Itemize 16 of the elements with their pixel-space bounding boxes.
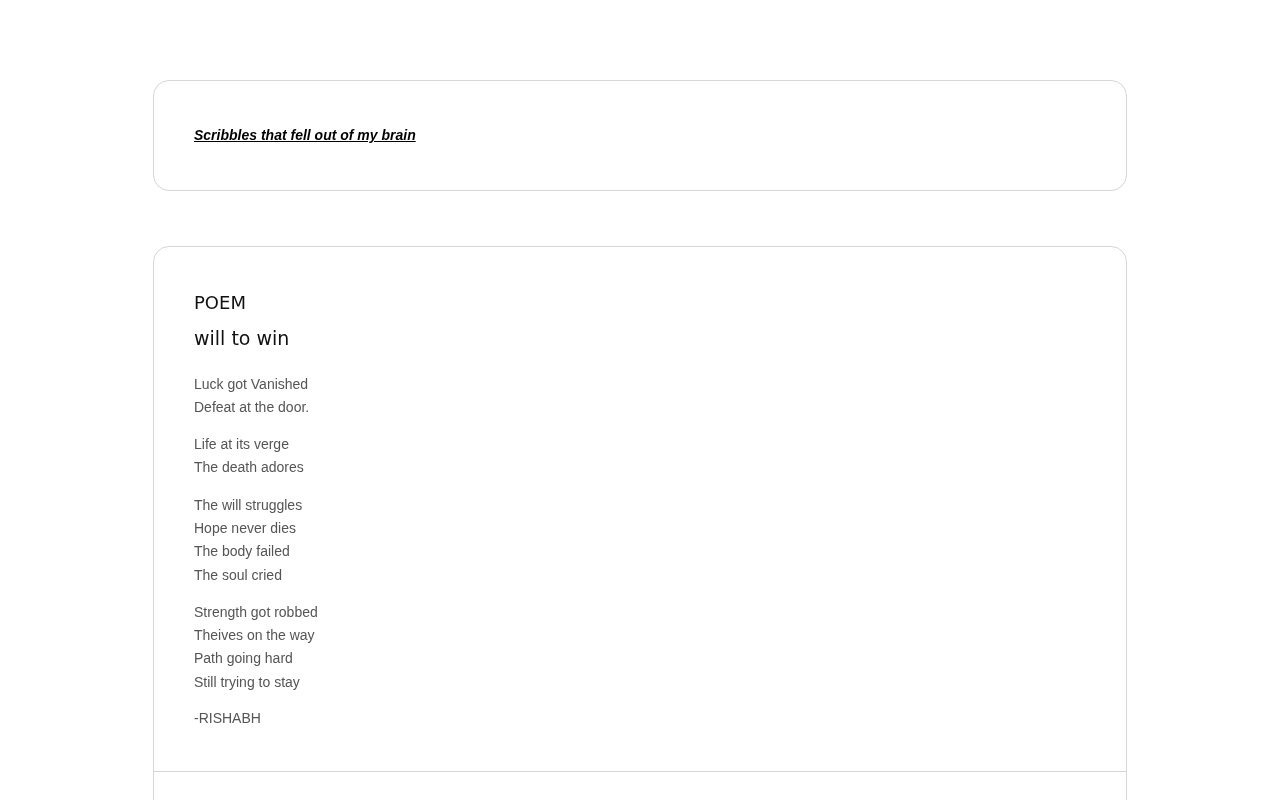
poem-line: Defeat at the door. xyxy=(194,397,311,417)
post-title: will to win xyxy=(194,326,291,351)
poem-line: The body failed xyxy=(194,542,291,562)
poem-line: The death adores xyxy=(194,458,305,478)
poem-line: The soul cried xyxy=(194,565,283,585)
post-category: POEM xyxy=(194,291,247,315)
poem-line: The will struggles xyxy=(194,495,304,515)
poem-line: Hope never dies xyxy=(194,519,297,538)
poem-line: Still trying to stay xyxy=(194,672,301,692)
poem-line: Path going hard xyxy=(194,649,294,669)
poem-line: Strength got robbed xyxy=(194,602,319,622)
blog-title[interactable]: Scribbles that fell out of my brain xyxy=(194,127,416,143)
signature: -RISHABH xyxy=(194,709,262,729)
poem-line: Life at its verge xyxy=(194,435,290,455)
poem-line: Luck got Vanished xyxy=(194,374,310,394)
poem-line: Theives on the way xyxy=(194,626,316,646)
